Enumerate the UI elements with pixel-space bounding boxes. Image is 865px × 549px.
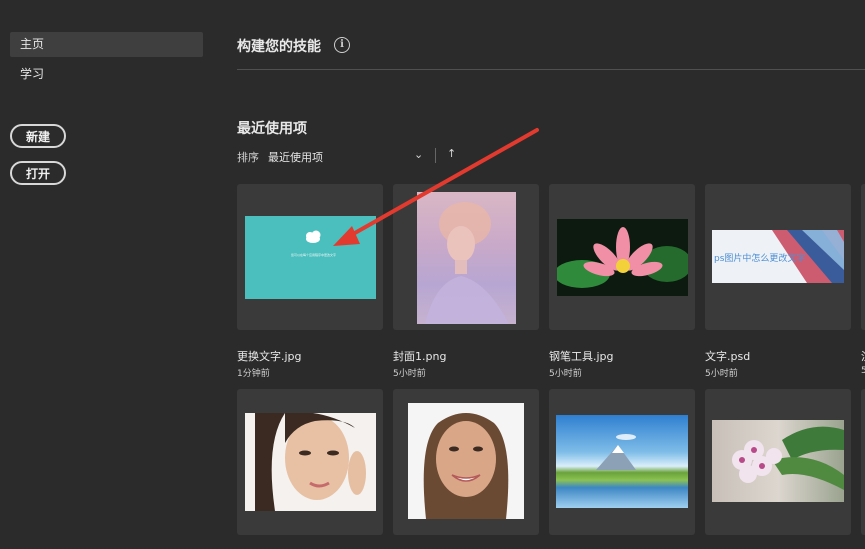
annotation-arrow [333, 128, 539, 246]
